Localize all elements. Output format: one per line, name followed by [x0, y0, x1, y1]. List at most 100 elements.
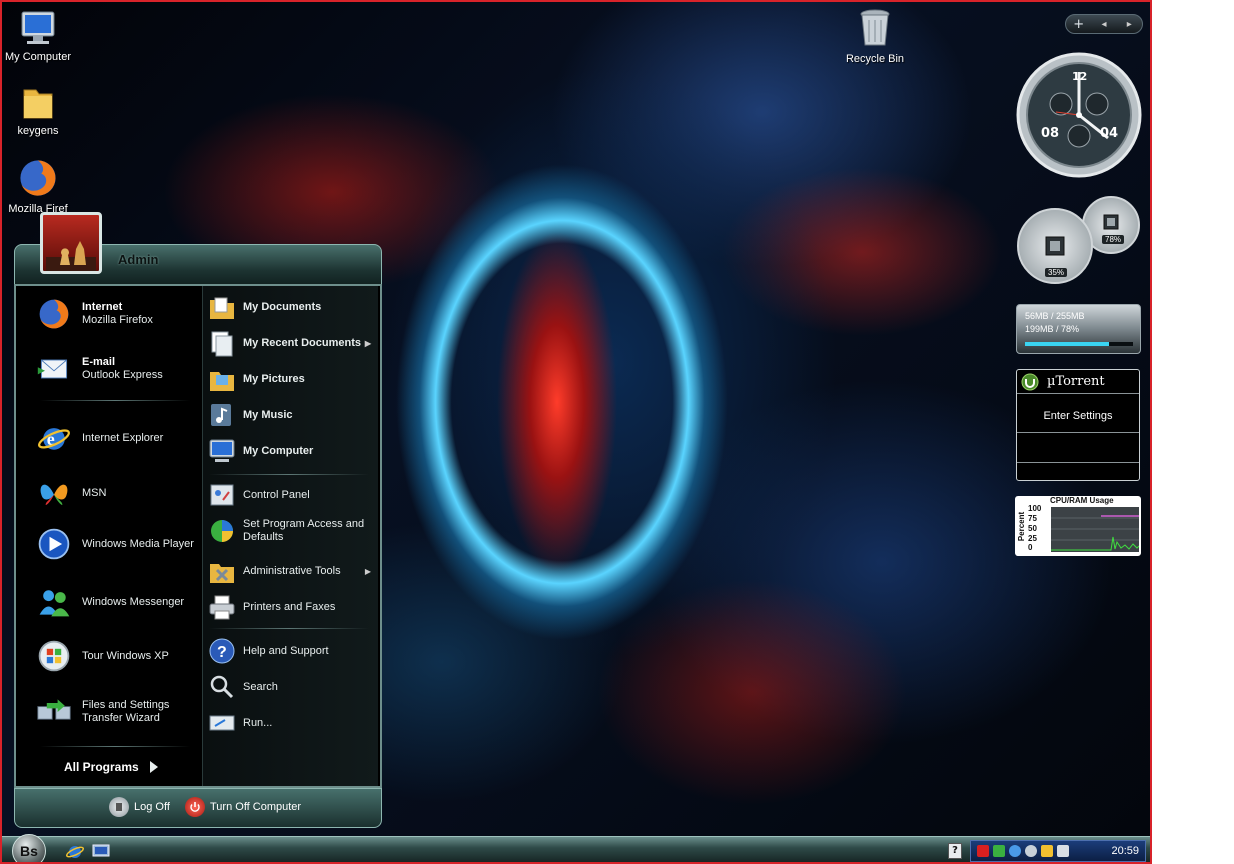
cpu-usage-graph — [1051, 507, 1139, 552]
cpu-tick-50: 50 — [1028, 524, 1037, 533]
utorrent-header: µTorrent — [1017, 370, 1139, 394]
memory-gadget[interactable]: 56MB / 255MB 199MB / 78% — [1016, 304, 1141, 354]
place-my-computer[interactable]: My Computer — [207, 436, 373, 466]
outlook-express-icon — [36, 351, 72, 387]
place-my-recent-documents[interactable]: My Recent Documents ▶ — [207, 328, 373, 358]
user-avatar[interactable] — [40, 212, 102, 274]
pinned-subtitle: Mozilla Firefox — [82, 314, 153, 326]
divider — [209, 474, 369, 475]
places-pane: My Documents My Recent Documents ▶ My Pi… — [202, 286, 378, 786]
internet-explorer-quicklaunch-icon[interactable] — [66, 842, 84, 860]
place-label: My Pictures — [243, 373, 305, 385]
place-control-panel[interactable]: Control Panel — [207, 480, 373, 510]
user-name: Admin — [118, 252, 159, 267]
start-menu-footer: Log Off Turn Off Computer — [14, 788, 382, 828]
all-programs-button[interactable]: All Programs — [64, 760, 159, 774]
place-printers-faxes[interactable]: Printers and Faxes — [207, 592, 373, 622]
submenu-arrow-icon: ▶ — [364, 566, 371, 576]
start-button[interactable]: Bs — [12, 834, 46, 862]
recent-tour-windows-xp[interactable]: Tour Windows XP — [36, 638, 169, 674]
taskbar-clock[interactable]: 20:59 — [1111, 845, 1139, 857]
network-icon[interactable] — [993, 845, 1005, 857]
place-set-program-access[interactable]: Set Program Access and Defaults — [207, 516, 373, 546]
desktop-icon-firefox[interactable]: Mozilla Firef — [2, 156, 83, 215]
recent-label: Internet Explorer — [82, 431, 164, 444]
submenu-arrow-icon: ▶ — [364, 338, 371, 348]
clock-gadget[interactable]: 12 08 04 — [1016, 52, 1142, 178]
place-label: Run... — [243, 717, 273, 729]
pinned-internet[interactable]: Internet Mozilla Firefox — [36, 296, 153, 332]
cpu-tick-25: 25 — [1028, 534, 1037, 543]
media-player-icon — [36, 526, 72, 562]
chip-icon — [1045, 236, 1065, 256]
firefox-icon — [36, 296, 72, 332]
recent-label: Windows Media Player — [82, 537, 194, 550]
place-search[interactable]: Search — [207, 672, 373, 702]
log-off-label: Log Off — [134, 801, 170, 813]
place-label: Control Panel — [243, 489, 310, 501]
place-label: My Music — [243, 409, 293, 421]
desktop-icon-recycle-bin[interactable]: Recycle Bin — [830, 6, 920, 65]
desktop-icon-my-computer[interactable]: My Computer — [2, 8, 83, 63]
my-computer-icon — [21, 11, 55, 44]
place-label: My Computer — [243, 445, 314, 457]
recent-windows-media-player[interactable]: Windows Media Player — [36, 526, 194, 562]
clock-label-08: 08 — [1041, 126, 1060, 141]
start-menu: Admin Internet Mozilla Firefox E-mail Outl… — [14, 212, 382, 830]
desktop-icon-label: Recycle Bin — [845, 53, 905, 65]
folder-icon — [23, 89, 53, 119]
place-administrative-tools[interactable]: Administrative Tools ▶ — [207, 556, 373, 586]
messenger-people-icon — [36, 584, 72, 620]
desktop-icon-keygens[interactable]: keygens — [2, 82, 83, 137]
cpu-tick-0: 0 — [1028, 543, 1033, 552]
utorrent-title: µTorrent — [1047, 374, 1105, 389]
utorrent-gadget[interactable]: µTorrent Enter Settings — [1016, 369, 1140, 481]
desktop[interactable]: My Computer keygens Mozilla Firef Recycl… — [0, 0, 1152, 864]
add-gadget-button[interactable]: + — [1066, 17, 1091, 32]
turn-off-button[interactable]: Turn Off Computer — [185, 797, 301, 817]
volume-icon[interactable] — [1025, 845, 1037, 857]
recent-msn[interactable]: MSN — [36, 475, 106, 511]
internet-explorer-icon: e — [36, 420, 72, 456]
antivirus-icon[interactable] — [977, 845, 989, 857]
recent-files-settings-transfer[interactable]: Files and Settings Transfer Wizard — [36, 694, 196, 730]
help-tray-button[interactable]: ? — [948, 843, 962, 859]
system-tray: 20:59 — [970, 840, 1146, 862]
log-off-button[interactable]: Log Off — [109, 797, 170, 817]
run-icon — [207, 708, 237, 738]
memory-chip-icon — [1103, 214, 1119, 230]
cpu-tick-75: 75 — [1028, 514, 1037, 523]
help-icon: ? — [207, 636, 237, 666]
gadget-toolbar: + ◂ ▸ — [1065, 14, 1143, 34]
admin-tools-icon — [207, 556, 237, 586]
display-icon[interactable] — [1057, 845, 1069, 857]
recent-internet-explorer[interactable]: e Internet Explorer — [36, 420, 163, 456]
memory-usage-fill — [1025, 342, 1110, 346]
show-desktop-icon[interactable] — [92, 843, 110, 859]
place-my-pictures[interactable]: My Pictures — [207, 364, 373, 394]
cpu-ram-usage-gadget[interactable]: CPU/RAM Usage Percent 100 75 50 25 0 — [1015, 496, 1141, 556]
dollar-icon[interactable] — [1041, 845, 1053, 857]
transfer-wizard-icon — [36, 694, 72, 730]
power-icon — [185, 797, 205, 817]
pinned-email[interactable]: E-mail Outlook Express — [36, 351, 163, 387]
recent-label: Tour Windows XP — [82, 649, 169, 662]
cpu-graph-ylabel: Percent — [1017, 511, 1027, 542]
place-my-music[interactable]: My Music — [207, 400, 373, 430]
recycle-bin-icon — [860, 9, 890, 46]
place-label: Administrative Tools — [243, 565, 341, 577]
recent-documents-icon — [207, 328, 237, 358]
gadget-next-button[interactable]: ▸ — [1117, 19, 1142, 30]
divider — [40, 400, 190, 401]
place-run[interactable]: Run... — [207, 708, 373, 738]
memory-line-1: 56MB / 255MB — [1025, 311, 1085, 321]
utorrent-enter-settings[interactable]: Enter Settings — [1017, 410, 1139, 433]
place-my-documents[interactable]: My Documents — [207, 292, 373, 322]
turn-off-label: Turn Off Computer — [210, 801, 302, 813]
recent-windows-messenger[interactable]: Windows Messenger — [36, 584, 184, 620]
status-icon[interactable] — [1009, 845, 1021, 857]
place-help-support[interactable]: ? Help and Support — [207, 636, 373, 666]
gadget-prev-button[interactable]: ◂ — [1091, 19, 1116, 30]
search-icon — [207, 672, 237, 702]
music-folder-icon — [207, 400, 237, 430]
